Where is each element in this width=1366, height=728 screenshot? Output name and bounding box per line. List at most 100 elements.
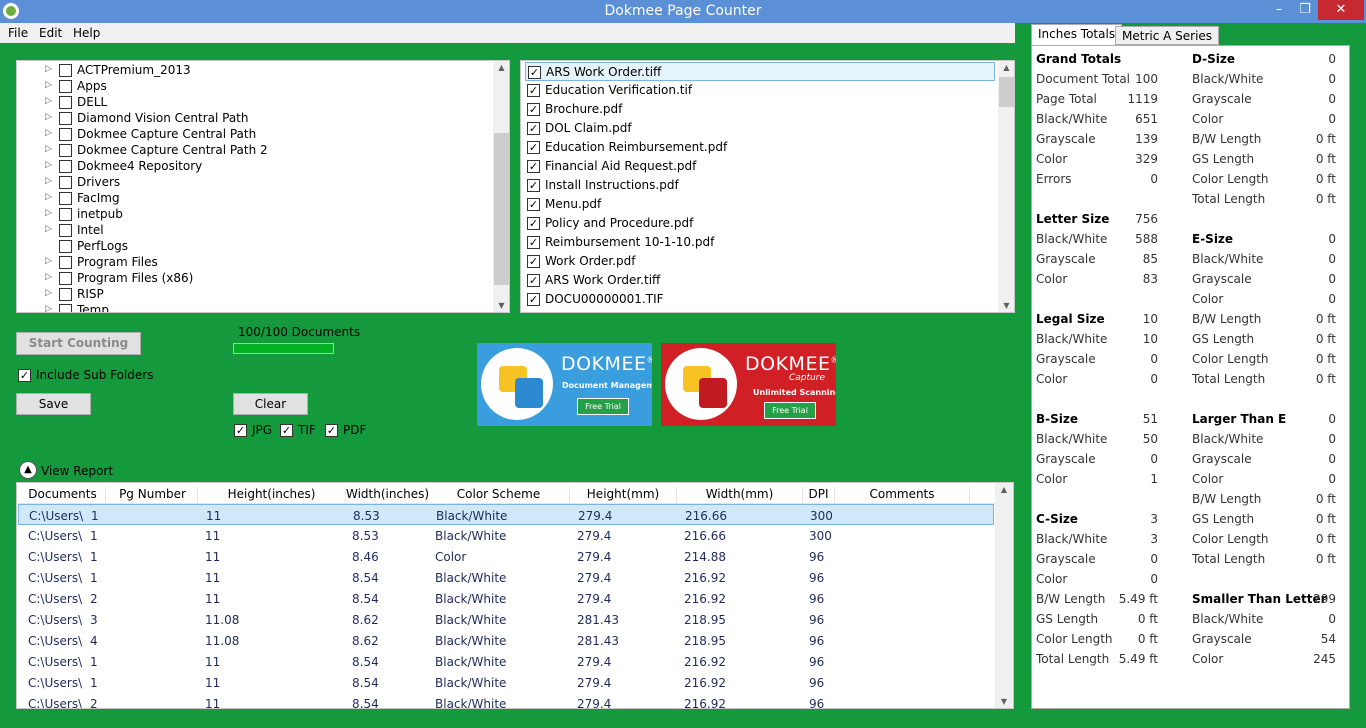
- free-trial-button[interactable]: Free Trial: [764, 402, 816, 419]
- column-header[interactable]: DPI: [803, 487, 835, 505]
- folder-item[interactable]: ▷ Intel: [17, 223, 487, 239]
- scroll-up-icon[interactable]: ▲: [995, 483, 1013, 497]
- column-header[interactable]: Width(inches): [346, 487, 429, 505]
- menu-edit[interactable]: Edit: [39, 26, 62, 40]
- file-checkbox[interactable]: ✓: [527, 217, 540, 230]
- expand-arrow-icon[interactable]: ▷: [45, 128, 52, 138]
- tab-inches-totals[interactable]: Inches Totals: [1031, 24, 1123, 46]
- folder-checkbox[interactable]: [59, 256, 72, 269]
- expand-arrow-icon[interactable]: ▷: [45, 80, 52, 90]
- file-item[interactable]: ✓ Install Instructions.pdf: [525, 176, 995, 195]
- folder-item[interactable]: ▷ Dokmee Capture Central Path 2: [17, 143, 487, 159]
- folder-checkbox[interactable]: [59, 288, 72, 301]
- expand-arrow-icon[interactable]: ▷: [45, 304, 52, 312]
- expand-arrow-icon[interactable]: ▷: [45, 192, 52, 202]
- file-checkbox[interactable]: ✓: [527, 293, 540, 306]
- tif-checkbox[interactable]: ✓: [280, 424, 293, 437]
- expand-arrow-icon[interactable]: ▷: [45, 112, 52, 122]
- folder-item[interactable]: ▷ inetpub: [17, 207, 487, 223]
- folder-checkbox[interactable]: [59, 224, 72, 237]
- close-button[interactable]: ✕: [1318, 0, 1364, 20]
- folder-item[interactable]: ▷ Temp: [17, 303, 487, 312]
- file-item[interactable]: ✓ ARS Work Order.tiff: [525, 62, 995, 81]
- start-counting-button[interactable]: Start Counting: [16, 332, 141, 355]
- file-item[interactable]: ✓ DOCU00000001.TIF: [525, 290, 995, 309]
- folder-checkbox[interactable]: [59, 112, 72, 125]
- folder-checkbox[interactable]: [59, 192, 72, 205]
- minimize-button[interactable]: –: [1266, 0, 1292, 20]
- file-item[interactable]: ✓ ARS Work Order.tiff: [525, 271, 995, 290]
- report-grid[interactable]: Documents Pg Number Height(inches) Width(in…: [16, 482, 1014, 709]
- table-row[interactable]: C:\Users\ 2 11 8.54 Black/White 279.4 216.92 96: [18, 588, 994, 609]
- folder-checkbox[interactable]: [59, 80, 72, 93]
- menu-file[interactable]: File: [8, 26, 28, 40]
- scroll-up-icon[interactable]: ▲: [998, 61, 1014, 75]
- scroll-up-icon[interactable]: ▲: [493, 61, 509, 75]
- file-checkbox[interactable]: ✓: [527, 84, 540, 97]
- file-item[interactable]: ✓ Brochure.pdf: [525, 100, 995, 119]
- folder-item[interactable]: ▷ Apps: [17, 79, 487, 95]
- folder-item[interactable]: ▷ ACTPremium_2013: [17, 63, 487, 79]
- folder-checkbox[interactable]: [59, 240, 72, 253]
- file-item[interactable]: ✓ Menu.pdf: [525, 195, 995, 214]
- folder-checkbox[interactable]: [59, 160, 72, 173]
- file-checkbox[interactable]: ✓: [527, 236, 540, 249]
- file-checkbox[interactable]: ✓: [527, 274, 540, 287]
- table-row[interactable]: C:\Users\ 1 11 8.54 Black/White 279.4 216.92 96: [18, 567, 994, 588]
- table-row[interactable]: C:\Users\ 3 11.08 8.62 Black/White 281.43 218.…: [18, 609, 994, 630]
- folder-checkbox[interactable]: [59, 272, 72, 285]
- view-report-label[interactable]: View Report: [41, 464, 113, 478]
- file-item[interactable]: ✓ Policy and Procedure.pdf: [525, 214, 995, 233]
- column-header[interactable]: Height(mm): [570, 487, 677, 505]
- menu-help[interactable]: Help: [73, 26, 100, 40]
- scroll-thumb[interactable]: [999, 77, 1014, 107]
- file-checkbox[interactable]: ✓: [527, 198, 540, 211]
- expand-arrow-icon[interactable]: ▷: [45, 64, 52, 74]
- file-checkbox[interactable]: ✓: [528, 66, 541, 79]
- file-item[interactable]: ✓ Financial Aid Request.pdf: [525, 157, 995, 176]
- expand-arrow-icon[interactable]: ▷: [45, 288, 52, 298]
- column-header[interactable]: Comments: [835, 487, 970, 505]
- scroll-down-icon[interactable]: ▼: [995, 695, 1013, 708]
- clear-button[interactable]: Clear: [233, 393, 308, 415]
- file-checkbox[interactable]: ✓: [527, 122, 540, 135]
- expand-arrow-icon[interactable]: ▷: [45, 272, 52, 282]
- column-header[interactable]: Width(mm): [677, 487, 803, 505]
- expand-arrow-icon[interactable]: ▷: [45, 208, 52, 218]
- folder-item[interactable]: ▷ Dokmee4 Repository: [17, 159, 487, 175]
- collapse-report-icon[interactable]: ▲: [19, 461, 37, 479]
- jpg-checkbox[interactable]: ✓: [234, 424, 247, 437]
- tab-metric-a-series[interactable]: Metric A Series: [1115, 26, 1220, 45]
- file-item[interactable]: ✓ Education Verification.tif: [525, 81, 995, 100]
- pdf-checkbox[interactable]: ✓: [325, 424, 338, 437]
- folder-item[interactable]: ▷ Dokmee Capture Central Path: [17, 127, 487, 143]
- file-item[interactable]: ✓ Education Reimbursement.pdf: [525, 138, 995, 157]
- folder-item[interactable]: ▷ Program Files: [17, 255, 487, 271]
- expand-arrow-icon[interactable]: ▷: [45, 160, 52, 170]
- expand-arrow-icon[interactable]: ▷: [45, 96, 52, 106]
- folder-item[interactable]: ▷ DELL: [17, 95, 487, 111]
- scroll-down-icon[interactable]: ▼: [998, 299, 1014, 312]
- scroll-thumb[interactable]: [996, 499, 1012, 694]
- folder-checkbox[interactable]: [59, 208, 72, 221]
- table-row[interactable]: C:\Users\ 1 11 8.53 Black/White 279.4 216.66 30…: [18, 525, 994, 546]
- column-header[interactable]: Height(inches): [198, 487, 346, 505]
- maximize-button[interactable]: ❐: [1292, 0, 1318, 20]
- folder-item[interactable]: ▷ Drivers: [17, 175, 487, 191]
- folder-item[interactable]: ▷ Diamond Vision Central Path: [17, 111, 487, 127]
- file-item[interactable]: ✓ Work Order.pdf: [525, 252, 995, 271]
- expand-arrow-icon[interactable]: ▷: [45, 176, 52, 186]
- file-checkbox[interactable]: ✓: [527, 141, 540, 154]
- expand-arrow-icon[interactable]: ▷: [45, 256, 52, 266]
- folder-checkbox[interactable]: [59, 64, 72, 77]
- folder-checkbox[interactable]: [59, 96, 72, 109]
- file-item[interactable]: ✓ Reimbursement 10-1-10.pdf: [525, 233, 995, 252]
- table-row[interactable]: C:\Users\ 1 11 8.54 Black/White 279.4 216.92 96: [18, 651, 994, 672]
- folder-checkbox[interactable]: [59, 144, 72, 157]
- free-trial-button[interactable]: Free Trial: [577, 398, 629, 415]
- column-header[interactable]: Color Scheme: [428, 487, 570, 505]
- save-button[interactable]: Save: [16, 393, 91, 415]
- folder-checkbox[interactable]: [59, 176, 72, 189]
- folder-item[interactable]: ▷ FacImg: [17, 191, 487, 207]
- folder-tree[interactable]: ▲ ▼ ▷ ACTPremium_2013 ▷ Apps ▷ DELL ▷ Diamond V…: [16, 60, 510, 313]
